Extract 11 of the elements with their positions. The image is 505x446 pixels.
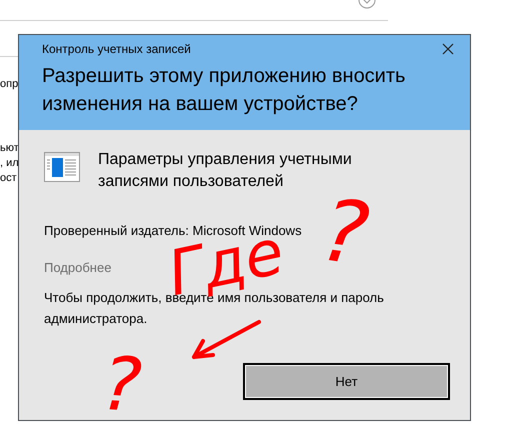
dialog-heading: Разрешить этому приложению вносить изменения на вашем устройстве?: [42, 64, 406, 117]
text-fragment: ьют: [0, 142, 19, 154]
text-fragment: , ил: [0, 157, 19, 169]
details-link[interactable]: Подробнее: [44, 260, 112, 275]
no-button[interactable]: Нет: [243, 363, 450, 400]
window-settings-icon: [44, 152, 80, 182]
close-icon[interactable]: [442, 43, 454, 55]
handwritten-note: ?: [99, 346, 144, 424]
window-title: Контроль учетных записей: [42, 42, 191, 56]
text-fragment: ост: [0, 172, 17, 184]
text-fragment: опр: [0, 78, 18, 90]
